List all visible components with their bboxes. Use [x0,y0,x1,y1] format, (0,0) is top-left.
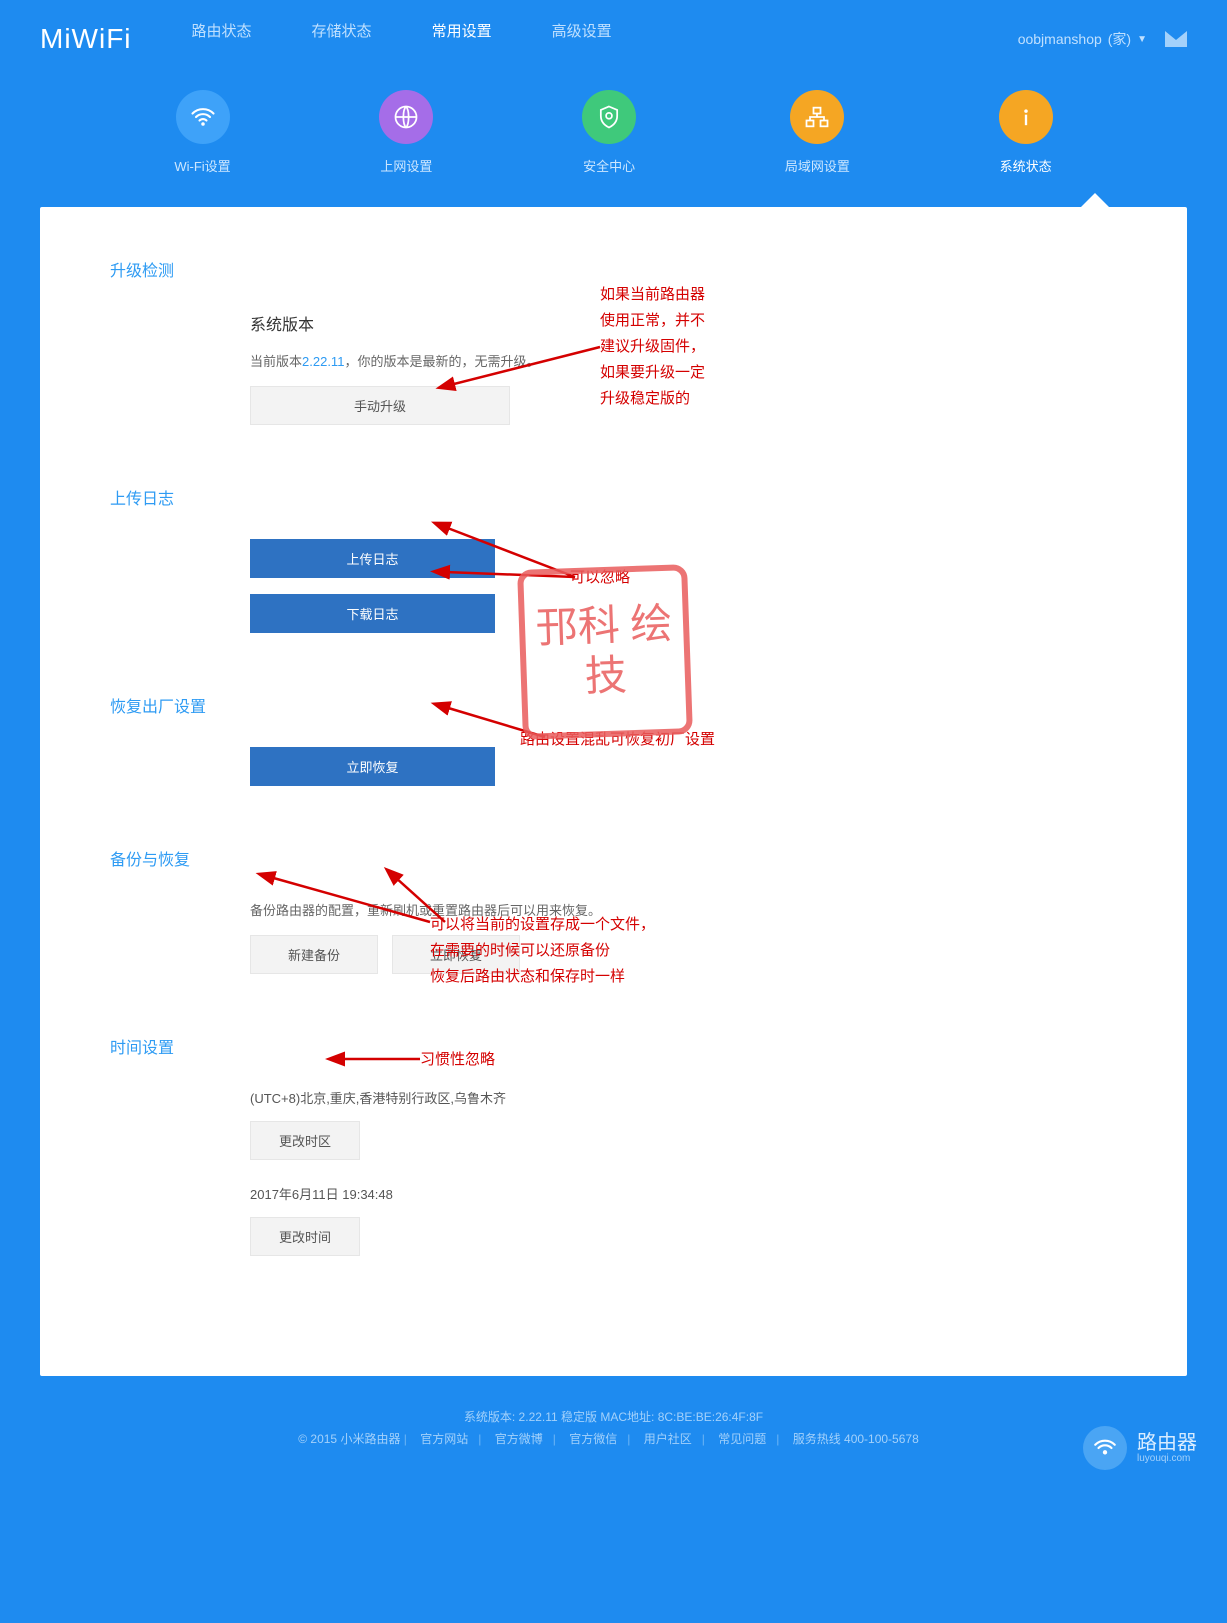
annotation-backup: 可以将当前的设置存成一个文件， 在需要的时候可以还原备份 恢复后路由状态和保存时… [430,912,655,990]
factory-restore-button[interactable]: 立即恢复 [250,747,495,786]
footer-link[interactable]: 官方微博 [495,1432,543,1446]
subnav-wifi[interactable]: Wi-Fi设置 [174,90,230,175]
change-timezone-button[interactable]: 更改时区 [250,1121,360,1160]
section-title-log: 上传日志 [110,485,1117,509]
current-time: 2017年6月11日 19:34:48 [250,1184,1117,1203]
chevron-down-icon: ▼ [1137,34,1147,45]
active-indicator [1081,193,1109,207]
badge-icon [1083,1426,1127,1470]
copyright: © 2015 小米路由器 [298,1432,400,1446]
network-icon [790,90,844,144]
time-body: (UTC+8)北京,重庆,香港特别行政区,乌鲁木齐 更改时区 2017年6月11… [250,1088,1117,1256]
subnav-security[interactable]: 安全中心 [582,90,636,175]
manual-upgrade-button[interactable]: 手动升级 [250,386,510,425]
upload-log-button[interactable]: 上传日志 [250,539,495,578]
user-name: oobjmanshop [1018,31,1102,47]
footer-links: © 2015 小米路由器 | 官方网站| 官方微博| 官方微信| 用户社区| 常… [0,1428,1227,1450]
footer-sysinfo: 系统版本: 2.22.11 稳定版 MAC地址: 8C:BE:BE:26:4F:… [0,1406,1227,1428]
footer-link[interactable]: 用户社区 [644,1432,692,1446]
timezone-info: (UTC+8)北京,重庆,香港特别行政区,乌鲁木齐 [250,1088,1117,1107]
subnav-system[interactable]: 系统状态 [999,90,1053,175]
wifi-icon [176,90,230,144]
backup-desc: 备份路由器的配置，重新刷机或重置路由器后可以用来恢复。 [250,900,1117,919]
subnav-label: 安全中心 [583,156,635,175]
mail-icon[interactable] [1165,31,1187,47]
backup-body: 备份路由器的配置，重新刷机或重置路由器后可以用来恢复。 新建备份 立即恢复 [250,900,1117,974]
footer-link[interactable]: 官方网站 [420,1432,468,1446]
footer: 系统版本: 2.22.11 稳定版 MAC地址: 8C:BE:BE:26:4F:… [0,1376,1227,1490]
nav-storage-status[interactable]: 存储状态 [312,20,372,59]
annotation-upgrade: 如果当前路由器 使用正常，并不 建议升级固件， 如果要升级一定 升级稳定版的 [600,282,705,412]
new-backup-button[interactable]: 新建备份 [250,935,378,974]
top-header: MiWiFi 路由状态 存储状态 常用设置 高级设置 oobjmanshop (… [0,0,1227,60]
subnav-label: 局域网设置 [785,156,850,175]
section-title-time: 时间设置 [110,1034,1117,1058]
globe-icon [379,90,433,144]
download-log-button[interactable]: 下载日志 [250,594,495,633]
sub-nav: Wi-Fi设置 上网设置 安全中心 局域网设置 系统状态 [0,60,1227,175]
nav-advanced-settings[interactable]: 高级设置 [552,20,612,59]
main-panel: 升级检测 系统版本 当前版本2.22.11，你的版本是最新的，无需升级。 手动升… [40,207,1187,1376]
badge-sub: luyouqi.com [1137,1453,1197,1464]
badge-title: 路由器 [1137,1433,1197,1453]
logo: MiWiFi [40,23,132,55]
subnav-label: 上网设置 [380,156,432,175]
change-time-button[interactable]: 更改时间 [250,1217,360,1256]
footer-link[interactable]: 官方微信 [569,1432,617,1446]
main-nav: 路由状态 存储状态 常用设置 高级设置 [192,20,612,59]
user-area[interactable]: oobjmanshop (家) ▼ [1018,29,1187,49]
annotation-time: 习惯性忽略 [420,1047,495,1073]
footer-link[interactable]: 常见问题 [718,1432,766,1446]
section-title-upgrade: 升级检测 [110,257,1117,281]
info-icon [999,90,1053,144]
shield-icon [582,90,636,144]
nav-router-status[interactable]: 路由状态 [192,20,252,59]
nav-common-settings[interactable]: 常用设置 [432,20,492,59]
watermark-stamp: 邘科 绘技 [520,567,690,737]
user-tag: (家) [1108,29,1131,49]
section-title-backup: 备份与恢复 [110,846,1117,870]
subnav-label: 系统状态 [1000,156,1052,175]
subnav-internet[interactable]: 上网设置 [379,90,433,175]
footer-link[interactable]: 服务热线 400-100-5678 [793,1432,919,1446]
version-number: 2.22.11 [302,354,344,369]
site-badge: 路由器 luyouqi.com [1083,1426,1197,1470]
subnav-label: Wi-Fi设置 [174,156,230,175]
subnav-lan[interactable]: 局域网设置 [785,90,850,175]
